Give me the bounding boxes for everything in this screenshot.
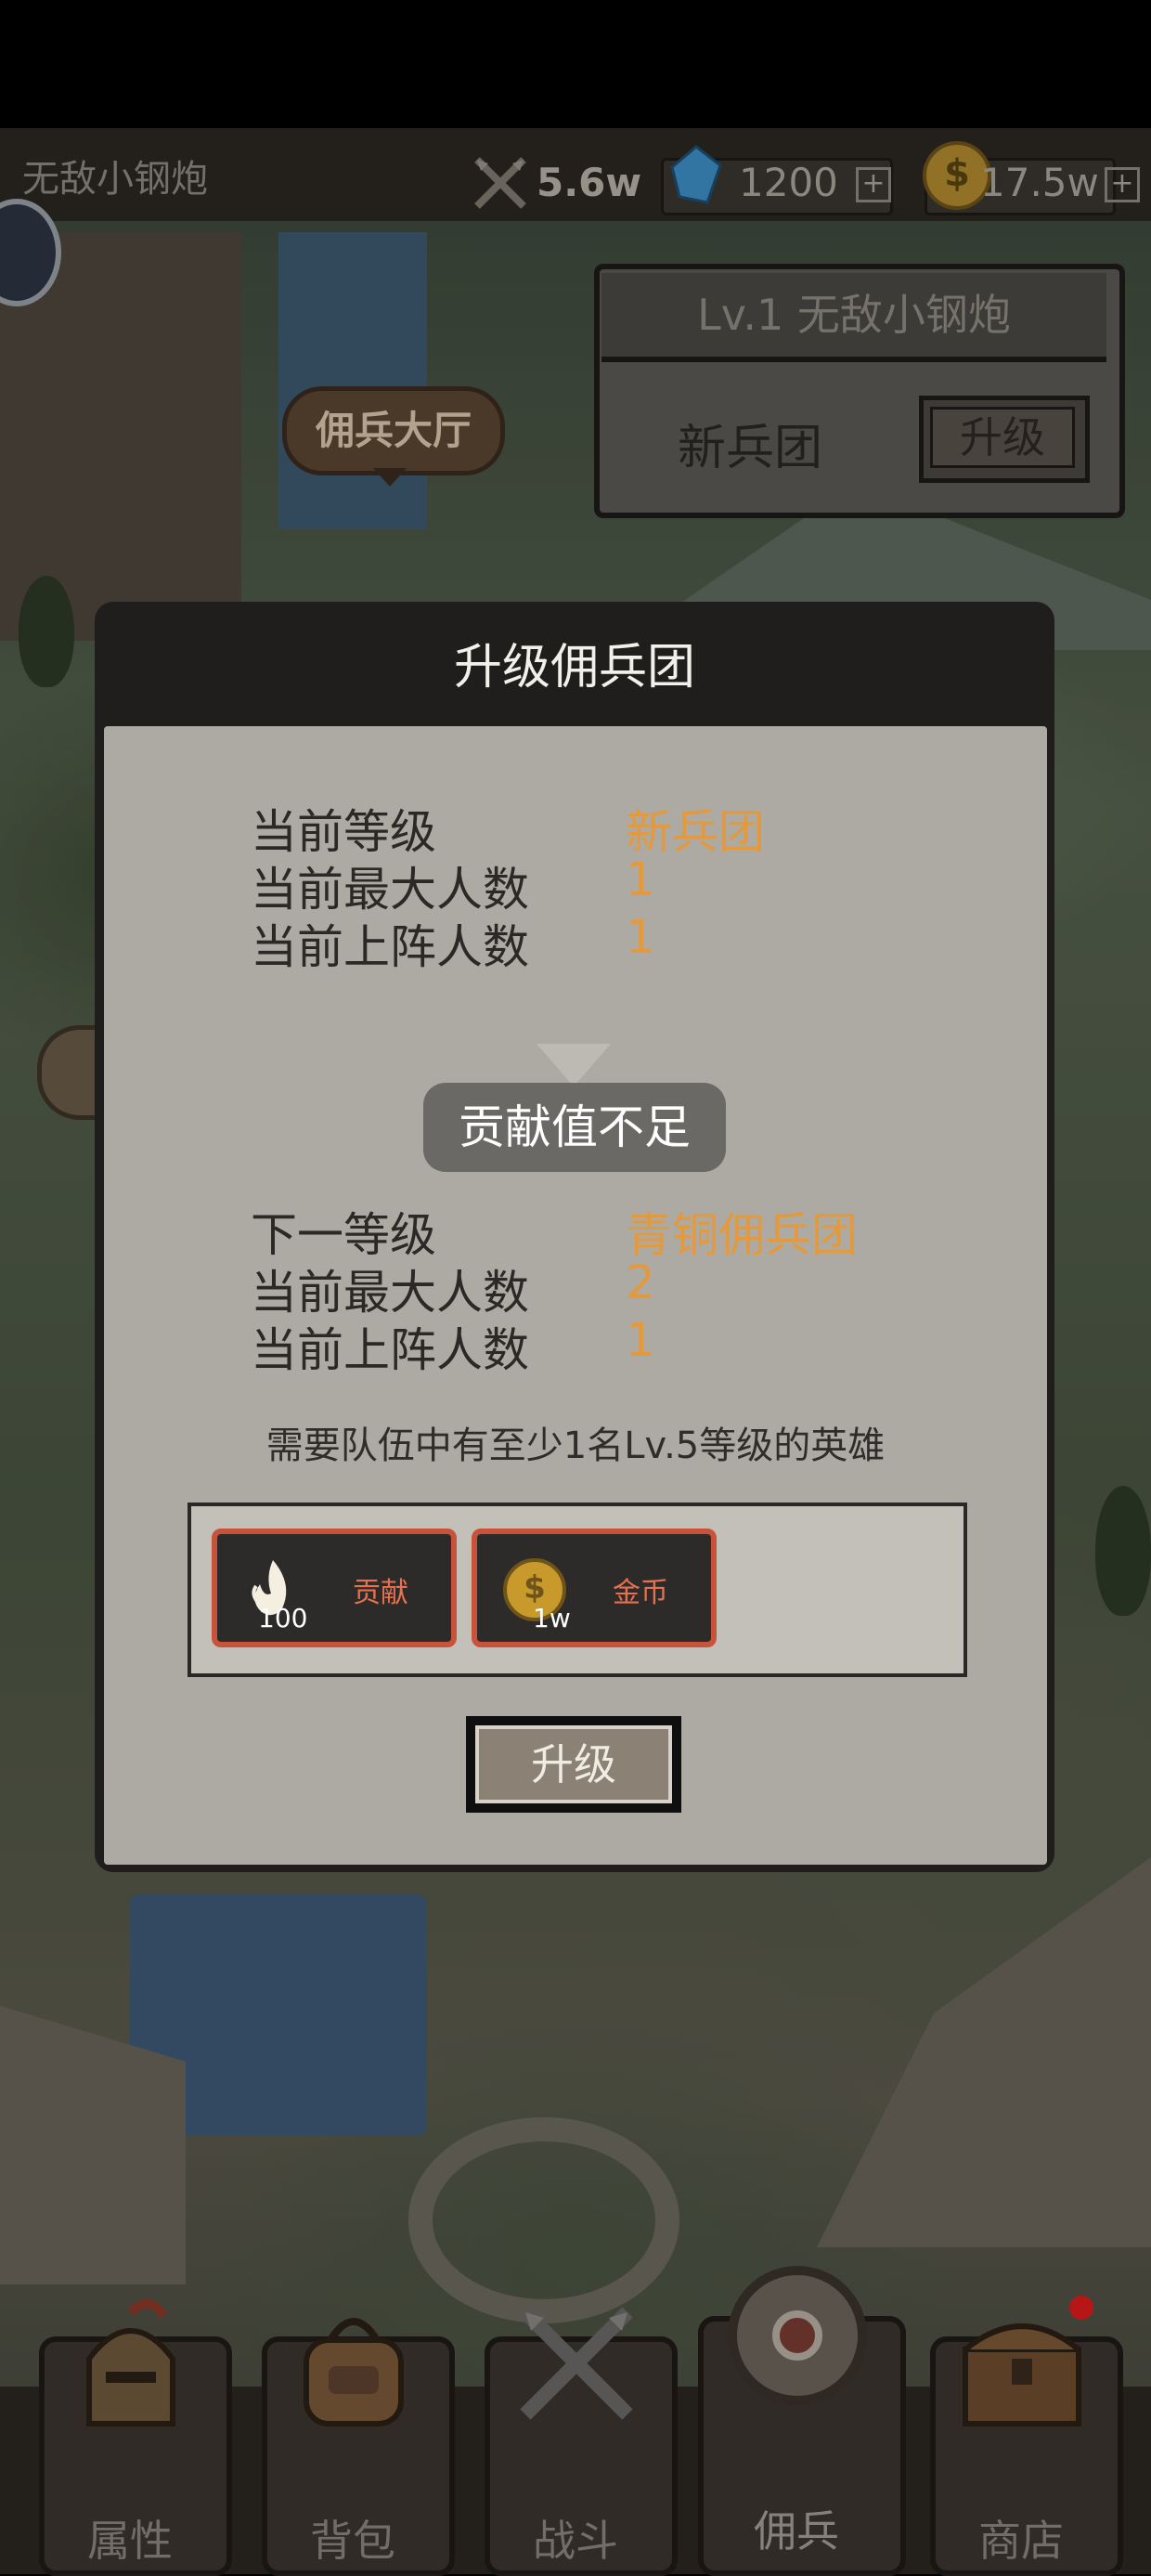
down-arrow-icon [537,1044,611,1086]
next-level-value: 青铜佣兵团 [626,1208,858,1262]
next-max-members-value: 2 [626,1255,655,1309]
upgrade-button[interactable]: 升级 [475,1725,672,1803]
dialog-title: 升级佣兵团 [453,640,695,696]
contribution-name: 贡献 [353,1577,408,1609]
next-deployed-label: 当前上阵人数 [251,1323,529,1377]
toast-message: 贡献值不足 [423,1083,726,1172]
dialog-body [104,726,1047,1865]
current-deployed-label: 当前上阵人数 [251,920,529,974]
next-deployed-value: 1 [626,1313,655,1367]
gold-amount: 1w [533,1603,571,1633]
gold-name: 金币 [613,1577,668,1609]
current-max-members-value: 1 [626,852,655,906]
contribution-amount: 100 [258,1603,308,1633]
current-deployed-value: 1 [626,910,655,964]
upgrade-requirement: 需要队伍中有至少1名Lv.5等级的英雄 [265,1425,886,1467]
